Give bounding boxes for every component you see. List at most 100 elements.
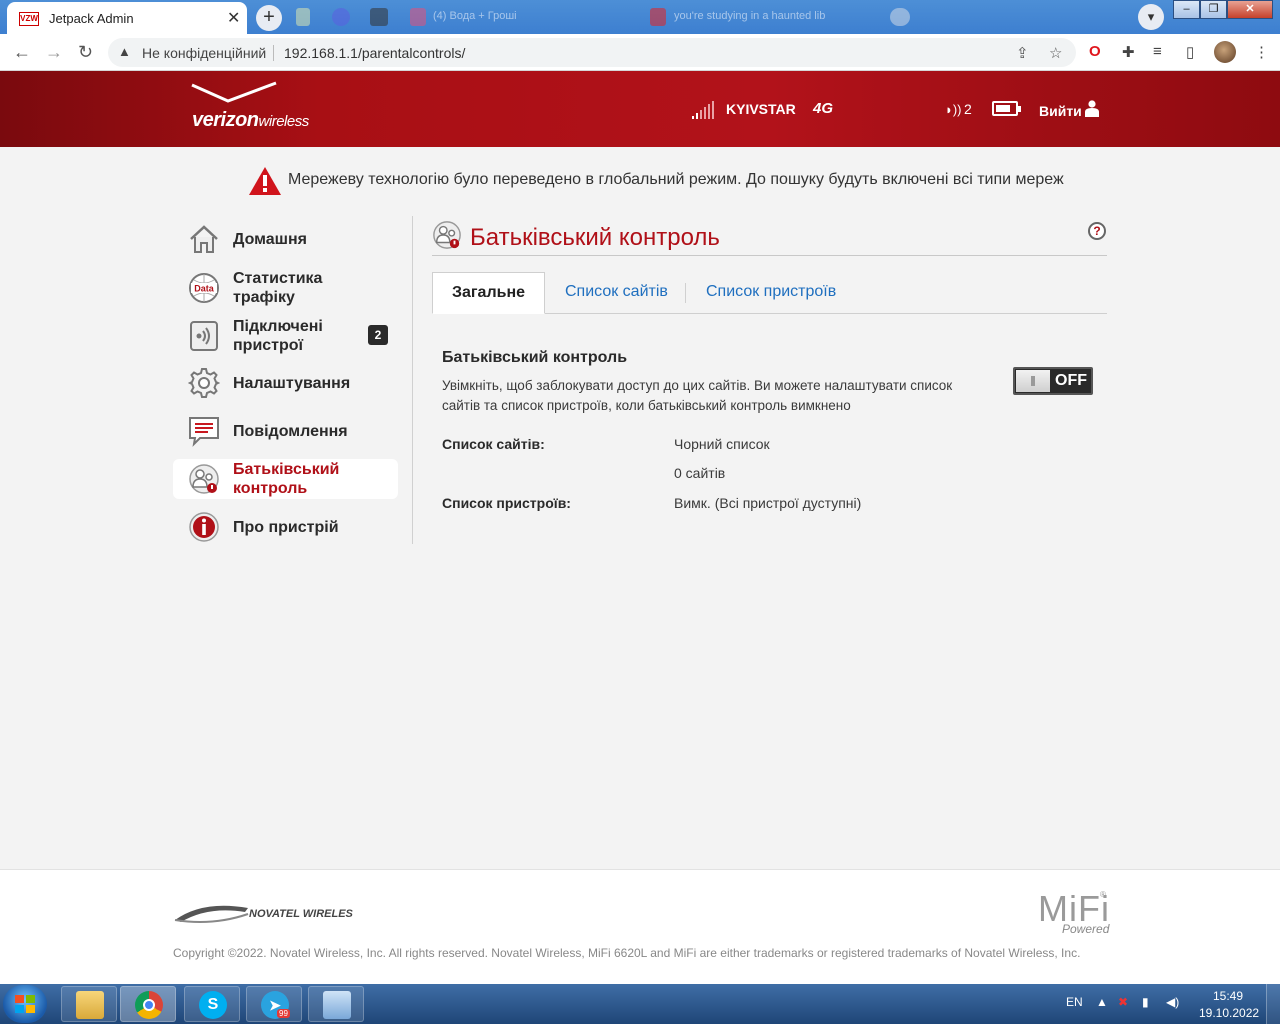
tab-general[interactable]: Загальне	[432, 272, 545, 314]
parental-control-toggle[interactable]: OFF	[1013, 367, 1093, 395]
alert-message: Мережеву технологію було переведено в гл…	[288, 171, 1064, 188]
sidebar-item-about-device[interactable]: Про пристрій	[173, 510, 398, 544]
alert-warning-icon	[249, 167, 281, 195]
info-icon	[189, 512, 219, 542]
tab-close-icon[interactable]: ✕	[227, 8, 240, 28]
section-description: Увімкніть, щоб заблокувати доступ до цих…	[442, 378, 953, 413]
windows-taskbar: S ➤ 99 EN ▲ ✖ ▮ ◀) 15:49 19.10.2022	[0, 984, 1280, 1024]
kebab-menu-icon[interactable]: ⋮	[1254, 43, 1269, 61]
mifi-registered-mark: ®	[1100, 890, 1106, 899]
background-tab-icon[interactable]	[410, 8, 426, 26]
clock-date[interactable]: 19.10.2022	[1199, 1006, 1259, 1020]
sidebar-item-data-usage[interactable]: Data Статистика трафіку	[173, 268, 398, 308]
minimize-button[interactable]: –	[1173, 0, 1200, 19]
brand-name: verizon	[192, 109, 259, 131]
sidebar-item-settings[interactable]: Налаштування	[173, 366, 398, 400]
tab-site-list[interactable]: Список сайтів	[565, 272, 668, 314]
device-list-label: Список пристроїв:	[442, 495, 571, 511]
network-app-icon	[323, 991, 351, 1019]
side-panel-icon[interactable]: ▯	[1186, 43, 1194, 61]
background-tab-icon[interactable]	[332, 8, 350, 26]
volume-icon[interactable]: ◀)	[1166, 995, 1179, 1009]
clock-time[interactable]: 15:49	[1212, 989, 1244, 1003]
page-footer: NOVATEL WIRELESS. MiFi ® Powered Copyrig…	[0, 869, 1280, 984]
home-icon	[190, 225, 218, 253]
maximize-button[interactable]: ❐	[1200, 0, 1227, 19]
connected-devices-badge: 2	[368, 325, 388, 345]
profile-avatar[interactable]	[1214, 41, 1236, 63]
sidebar-item-parental-controls[interactable]: Батьківський контроль	[173, 459, 398, 499]
router-header: verizonwireless KYIVSTAR 4G ◗)) 2 Вийти	[0, 71, 1280, 147]
user-icon[interactable]	[1085, 100, 1099, 117]
start-button[interactable]	[3, 985, 47, 1023]
sidebar-item-connected-devices[interactable]: Підключені пристрої 2	[173, 316, 398, 356]
folder-icon	[76, 991, 104, 1019]
tray-expand-icon[interactable]: ▲	[1096, 995, 1108, 1009]
sidebar-item-label: Домашня	[233, 231, 308, 248]
site-list-label: Список сайтів:	[442, 436, 545, 452]
forward-arrow-icon[interactable]: →	[45, 42, 63, 63]
bookmark-star-icon[interactable]: ☆	[1049, 44, 1062, 62]
browser-tab-active[interactable]: VZW Jetpack Admin ✕	[7, 2, 247, 34]
verizon-check-icon	[191, 81, 277, 103]
site-list-value: Чорний список	[674, 436, 770, 452]
reading-list-icon[interactable]: ≡	[1153, 43, 1162, 60]
background-tab-icon[interactable]	[296, 8, 310, 26]
sidebar-item-messages[interactable]: Повідомлення	[173, 414, 398, 448]
taskbar-network-app[interactable]	[308, 986, 364, 1022]
sidebar-item-label: Повідомлення	[233, 423, 348, 440]
sidebar-nav: Домашня Data Статистика трафіку Підключе…	[173, 216, 413, 544]
browser-tab-strip: VZW Jetpack Admin ✕ + (4) Вода + Гроші y…	[0, 0, 1280, 34]
security-label[interactable]: Не конфіденційний	[142, 45, 266, 61]
sidebar-item-label: Статистика трафіку	[233, 270, 323, 306]
page-title: Батьківський контроль	[470, 224, 720, 251]
taskbar-telegram[interactable]: ➤ 99	[246, 986, 302, 1022]
data-usage-icon: Data	[189, 273, 219, 303]
reload-icon[interactable]: ↻	[78, 42, 93, 63]
novatel-logo: NOVATEL WIRELESS.	[174, 905, 353, 923]
sidebar-item-label: Батьківський контроль	[233, 461, 340, 497]
toggle-knob[interactable]	[1016, 370, 1050, 392]
tab-divider	[685, 283, 686, 303]
action-center-icon[interactable]: ✖	[1118, 995, 1128, 1009]
url-text[interactable]: 192.168.1.1/parentalcontrols/	[284, 45, 465, 61]
taskbar-explorer[interactable]	[61, 986, 117, 1022]
opera-extension-icon[interactable]: O	[1089, 43, 1101, 60]
network-tray-icon[interactable]: ▮	[1142, 995, 1149, 1009]
title-divider	[432, 255, 1107, 256]
vendor-name: NOVATEL WIRELESS.	[249, 908, 353, 920]
background-tab-icon[interactable]	[890, 8, 910, 26]
logout-link[interactable]: Вийти	[1039, 103, 1082, 119]
site-count-value: 0 сайтів	[674, 465, 726, 481]
taskbar-chrome[interactable]	[120, 986, 176, 1022]
share-icon[interactable]: ⇪	[1016, 44, 1029, 62]
chrome-center	[143, 999, 155, 1011]
background-tab-icon[interactable]	[650, 8, 666, 26]
extensions-puzzle-icon[interactable]: ✚	[1122, 43, 1135, 61]
svg-text:Data: Data	[194, 284, 215, 294]
taskbar-skype[interactable]: S	[184, 986, 240, 1022]
tab-device-list[interactable]: Список пристроїв	[706, 272, 836, 314]
address-bar[interactable]: ▲ Не конфіденційний 192.168.1.1/parental…	[108, 38, 1076, 67]
background-tab-title[interactable]: you're studying in a haunted lib	[674, 10, 825, 22]
back-arrow-icon[interactable]: ←	[13, 42, 31, 63]
warning-triangle-icon[interactable]: ▲	[118, 44, 131, 59]
help-icon[interactable]: ?	[1088, 222, 1106, 240]
language-indicator[interactable]: EN	[1066, 995, 1083, 1009]
new-tab-button[interactable]: +	[256, 5, 282, 31]
tab-search-chevron-icon[interactable]: ▾	[1138, 4, 1164, 30]
connected-devices-icon[interactable]: ◗))	[945, 102, 962, 117]
telegram-unread-badge: 99	[277, 1009, 290, 1018]
network-type: 4G	[813, 100, 834, 117]
close-window-button[interactable]: ✕	[1227, 0, 1273, 19]
sidebar-item-home[interactable]: Домашня	[173, 222, 398, 256]
signal-bars-icon	[692, 101, 714, 119]
connected-devices-count[interactable]: 2	[964, 101, 972, 117]
background-tab-icon[interactable]	[370, 8, 388, 26]
show-desktop-button[interactable]	[1266, 984, 1280, 1024]
skype-icon: S	[199, 991, 227, 1019]
sidebar-item-label: Про пристрій	[233, 519, 339, 536]
device-list-value: Вимк. (Всі пристрої дуступні)	[674, 495, 862, 511]
background-tab-title[interactable]: (4) Вода + Гроші	[433, 10, 517, 22]
verizon-logo[interactable]: verizonwireless	[190, 79, 350, 139]
